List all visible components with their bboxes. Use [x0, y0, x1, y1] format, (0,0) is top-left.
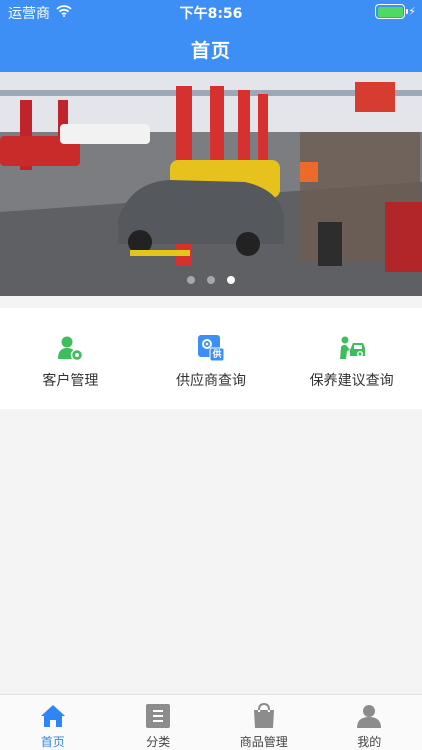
- tab-home[interactable]: 首页: [0, 695, 106, 750]
- home-icon: [39, 703, 67, 729]
- maintenance-advice-button[interactable]: 保养建议查询: [281, 308, 422, 409]
- page-title: 首页: [190, 40, 231, 62]
- status-time: 下午8:56: [179, 6, 243, 22]
- battery-icon: [375, 4, 409, 19]
- tab-mine[interactable]: 我的: [317, 695, 422, 750]
- quick-action-label: 客户管理: [42, 373, 99, 389]
- tab-label: 我的: [357, 735, 382, 749]
- shopping-bag-icon: [250, 703, 278, 729]
- customer-gear-icon: [56, 334, 84, 362]
- status-bar: 运营商 下午8:56 ⚡: [0, 0, 422, 24]
- carousel-dot-active[interactable]: [227, 276, 235, 284]
- top-header: 运营商 下午8:56 ⚡ 首页: [0, 0, 422, 72]
- carousel-indicators: [0, 276, 422, 284]
- bottom-tab-bar: 首页 分类 商品管理 我的: [0, 694, 422, 750]
- banner-image: [0, 72, 422, 296]
- tab-label: 商品管理: [239, 735, 288, 749]
- supplier-badge-icon: 供: [197, 334, 225, 362]
- banner-carousel[interactable]: [0, 72, 422, 296]
- carousel-dot[interactable]: [207, 276, 215, 284]
- tab-label: 分类: [146, 735, 171, 749]
- quick-action-label: 保养建议查询: [309, 373, 394, 389]
- customer-management-button[interactable]: 客户管理: [0, 308, 141, 409]
- tab-label: 首页: [40, 735, 65, 749]
- battery-group: ⚡: [375, 4, 416, 19]
- quick-action-label: 供应商查询: [176, 373, 246, 389]
- supplier-query-button[interactable]: 供 供应商查询: [141, 308, 282, 409]
- carousel-dot[interactable]: [187, 276, 195, 284]
- tab-products[interactable]: 商品管理: [211, 695, 317, 750]
- user-icon: [355, 703, 383, 729]
- quick-actions: 客户管理 供 供应商查询 保养建议查询: [0, 308, 422, 409]
- mechanic-car-icon: [338, 334, 366, 362]
- tab-category[interactable]: 分类: [106, 695, 212, 750]
- charging-bolt-icon: ⚡: [408, 5, 416, 18]
- list-icon: [144, 703, 172, 729]
- supplier-badge-text: 供: [212, 350, 222, 360]
